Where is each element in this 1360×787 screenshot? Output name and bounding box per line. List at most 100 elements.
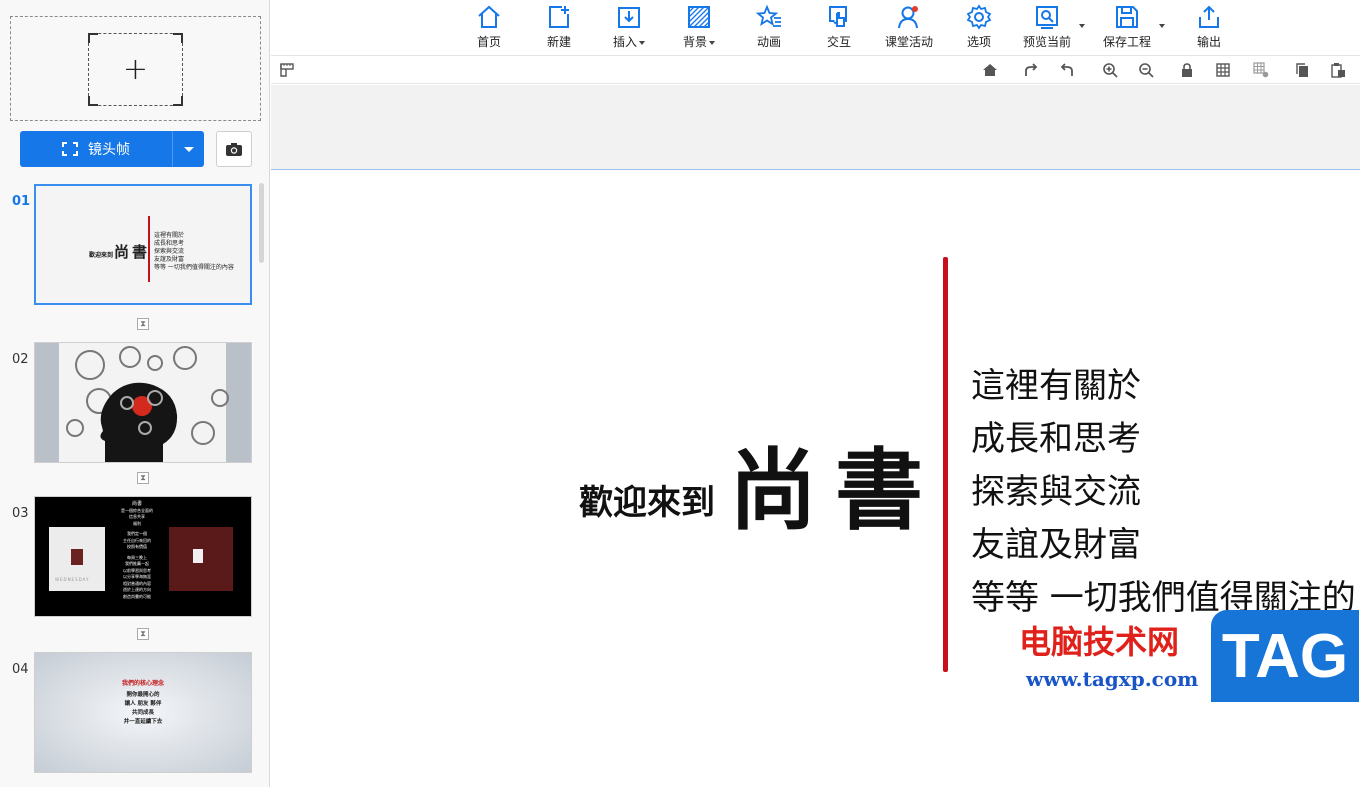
slide-thumbnail[interactable] <box>34 342 252 463</box>
toolbar-label: 保存工程 <box>1102 35 1151 49</box>
slide-stage[interactable] <box>271 170 1360 787</box>
toolbar-background-button[interactable]: 背景 <box>664 4 734 50</box>
export-icon <box>1199 5 1219 28</box>
new-slide-icon <box>549 6 569 28</box>
thumb-heading: 我們的核心理念 <box>121 680 164 687</box>
thumb-left-card: WEDNESDAY <box>49 527 105 591</box>
lens-frame-button[interactable]: 镜头帧 <box>20 131 204 167</box>
toolbar-label-wrap: 背景 <box>683 33 715 50</box>
toolbar-interaction-button[interactable]: 交互 <box>804 4 874 50</box>
app-window: + 镜头帧 01 歡迎來到 尚書 這裡有關於 成長和思考 探索與交流 友誼及財富… <box>0 0 1360 787</box>
add-frame-area[interactable]: + <box>10 16 261 121</box>
preview-icon <box>1036 6 1058 29</box>
slide-thumbnail[interactable]: WEDNESDAY 尚書 是一個綜合全面的 信息共享 福利 我們定一個 主任自行… <box>34 496 252 617</box>
toolbar-preview-button[interactable]: 预览当前 <box>1012 4 1082 50</box>
transition-icon[interactable]: ⧗ <box>137 472 149 484</box>
grid-icon[interactable] <box>1215 62 1231 78</box>
toolbar-label: 选项 <box>966 35 991 49</box>
lens-frame-dropdown[interactable] <box>172 131 204 167</box>
background-icon <box>688 6 710 28</box>
classroom-activity-icon <box>898 6 918 29</box>
thumb-line: 等等 一切我們值得關注的內容 <box>154 264 234 271</box>
toolbar-label: 新建 <box>546 35 571 49</box>
toolbar-options-button[interactable]: 选项 <box>944 4 1014 50</box>
undo-icon[interactable] <box>1059 62 1075 78</box>
thumb-card-image <box>193 549 203 563</box>
slide-number: 01 <box>12 194 31 209</box>
plus-icon: + <box>122 52 149 87</box>
home-icon[interactable] <box>982 62 998 78</box>
slide-item-02[interactable]: 02 <box>0 338 260 463</box>
thumb-text-column: 尚書 是一個綜合全面的 信息共享 福利 我們定一個 主任自行來回的 校照有價值 … <box>107 501 167 600</box>
thumb-line: 共同成長 <box>131 710 154 716</box>
canvas-toolbar <box>271 56 1360 84</box>
paste-icon[interactable] <box>1330 62 1346 78</box>
toolbar-label: 输出 <box>1196 35 1221 49</box>
toolbar-insert-button[interactable]: 插入 <box>594 4 664 50</box>
grid-settings-icon[interactable] <box>1253 62 1269 78</box>
save-dropdown-chevron-icon[interactable] <box>1159 24 1165 28</box>
thumb-line: 這裡有關於 <box>154 232 185 239</box>
zoom-out-icon[interactable] <box>1138 62 1154 78</box>
slide-number: 02 <box>12 352 29 367</box>
main-toolbar: 首页 新建 插入 背景 动画 交互 课堂活动 选项 预览当前 保存工程 输出 <box>271 0 1360 56</box>
copy-icon[interactable] <box>1294 62 1310 78</box>
chevron-down-icon <box>709 40 715 45</box>
toolbar-label-wrap: 插入 <box>613 33 645 50</box>
toolbar-label: 动画 <box>756 35 781 49</box>
transition-icon[interactable]: ⧗ <box>137 318 149 330</box>
slide-list: 01 歡迎來到 尚書 這裡有關於 成長和思考 探索與交流 友誼及財富 等等 一切… <box>0 180 268 787</box>
lens-frame-label: 镜头帧 <box>88 142 130 158</box>
slide-number: 04 <box>12 662 29 677</box>
ruler-icon[interactable] <box>279 62 295 78</box>
toolbar-new-button[interactable]: 新建 <box>524 4 594 50</box>
slide-number: 03 <box>12 506 29 521</box>
camera-icon <box>226 142 242 156</box>
lock-icon[interactable] <box>1179 62 1195 78</box>
toolbar-home-button[interactable]: 首页 <box>454 4 524 50</box>
transition-icon[interactable]: ⧗ <box>137 628 149 640</box>
toolbar-label: 课堂活动 <box>884 35 933 49</box>
thumb-line: 創造尚書的可能 <box>123 593 151 599</box>
thumb-title: 尚書 <box>114 243 151 261</box>
toolbar-animation-button[interactable]: 动画 <box>734 4 804 50</box>
slide-item-01[interactable]: 01 歡迎來到 尚書 這裡有關於 成長和思考 探索與交流 友誼及財富 等等 一切… <box>0 180 260 305</box>
animation-icon <box>756 4 781 27</box>
chevron-down-icon <box>183 146 194 152</box>
snapshot-button[interactable] <box>216 131 252 167</box>
thumb-line: 友誼及財富 <box>154 256 185 263</box>
thumb-lines: 這裡有關於 成長和思考 探索與交流 友誼及財富 等等 一切我們值得關注的內容 <box>154 232 234 272</box>
insert-icon <box>618 7 640 28</box>
thumb-line: 讓人 朋友 夥伴 <box>124 701 162 707</box>
thumb-card-image <box>71 549 83 565</box>
toolbar-save-button[interactable]: 保存工程 <box>1092 4 1162 50</box>
thumb-red-bar <box>148 216 150 282</box>
slide-item-03[interactable]: 03 WEDNESDAY 尚書 是一個綜合全面的 信息共享 福利 我們定一個 主… <box>0 492 260 617</box>
thumb-right-card <box>169 527 233 591</box>
add-frame-icon: + <box>88 33 183 106</box>
chevron-down-icon <box>639 40 645 45</box>
gear-icon <box>966 4 992 30</box>
save-icon <box>1116 6 1138 28</box>
thumb-welcome: 歡迎來到 <box>89 252 114 259</box>
editing-canvas[interactable] <box>271 85 1360 787</box>
toolbar-label: 首页 <box>476 35 501 49</box>
toolbar-label: 插入 <box>612 35 637 49</box>
zoom-in-icon[interactable] <box>1102 62 1118 78</box>
gears-head-image <box>59 343 229 462</box>
toolbar-export-button[interactable]: 输出 <box>1174 4 1244 50</box>
slide-panel: + 镜头帧 01 歡迎來到 尚書 這裡有關於 成長和思考 探索與交流 友誼及財富… <box>0 0 270 787</box>
frame-icon <box>62 142 78 156</box>
slide-item-04[interactable]: 04 我們的核心理念 開你最開心的 讓人 朋友 夥伴 共同成長 并一直延續下去 <box>0 648 260 773</box>
thumb-text-column: 我們的核心理念 開你最開心的 讓人 朋友 夥伴 共同成長 并一直延續下去 <box>35 679 251 727</box>
toolbar-label: 背景 <box>682 35 707 49</box>
redo-icon[interactable] <box>1023 62 1039 78</box>
thumb-line: 并一直延續下去 <box>123 719 163 725</box>
home-icon <box>478 5 500 28</box>
lens-frame-main[interactable]: 镜头帧 <box>20 131 172 167</box>
preview-dropdown-chevron-icon[interactable] <box>1079 24 1085 28</box>
slide-thumbnail[interactable]: 我們的核心理念 開你最開心的 讓人 朋友 夥伴 共同成長 并一直延續下去 <box>34 652 252 773</box>
toolbar-classroom-activity-button[interactable]: 课堂活动 <box>874 4 944 50</box>
slide-thumbnail[interactable]: 歡迎來到 尚書 這裡有關於 成長和思考 探索與交流 友誼及財富 等等 一切我們值… <box>34 184 252 305</box>
toolbar-label: 交互 <box>826 35 851 49</box>
